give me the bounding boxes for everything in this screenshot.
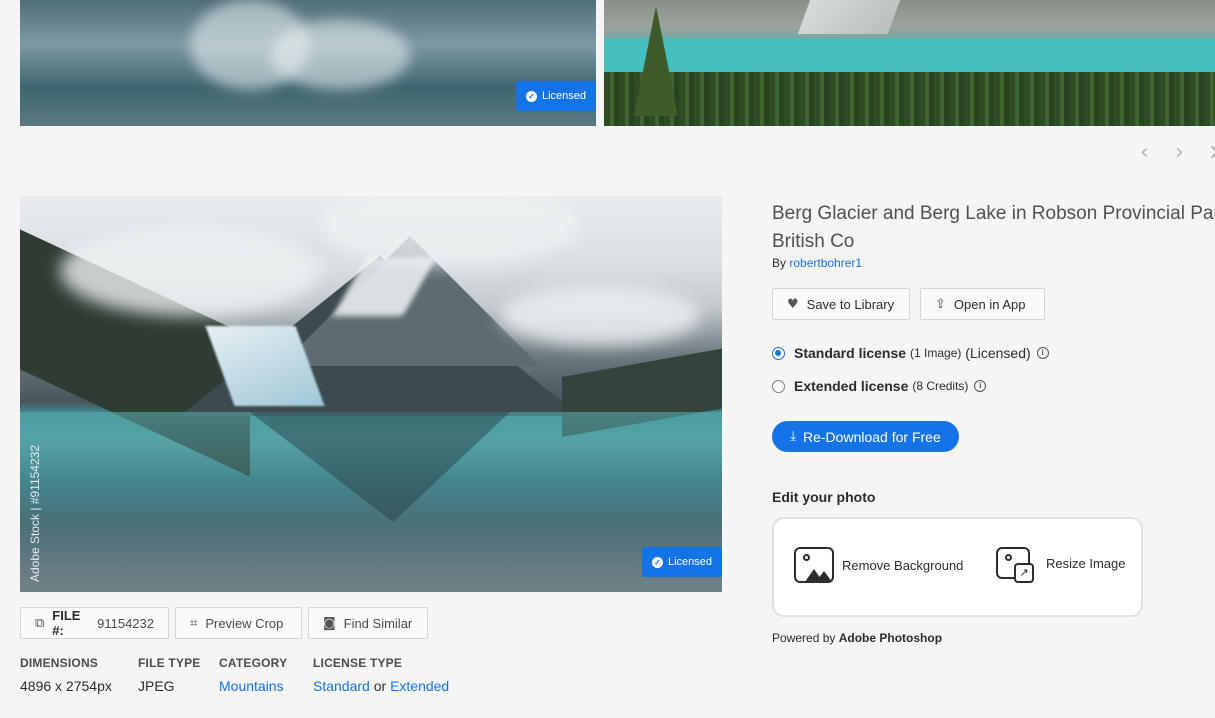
side-watermark: Adobe Stock | #91154232 (28, 444, 42, 582)
chevron-left-icon[interactable]: ‹ (1140, 140, 1149, 165)
edit-photo-card: Remove Background ↗ Resize Image (772, 517, 1143, 617)
standard-license-link[interactable]: Standard (313, 678, 370, 694)
main-photo[interactable]: Adobe Stock | #91154232 ✓ Licensed (20, 196, 722, 592)
standard-license-radio[interactable] (772, 346, 785, 360)
meta-dimensions: DIMENSIONS 4896 x 2754px (20, 656, 112, 694)
powered-by: Powered by Adobe Photoshop (772, 631, 943, 645)
cloud (500, 286, 700, 346)
thumbnail-right[interactable] (604, 0, 1215, 126)
info-icon[interactable]: i (1036, 347, 1049, 359)
extended-license-link[interactable]: Extended (390, 678, 449, 694)
author-link[interactable]: robertbohrer1 (789, 256, 862, 270)
licensed-badge: ✓ Licensed (641, 547, 722, 577)
expand-icon: ↗ (1014, 563, 1034, 583)
cloud-reflection (270, 20, 410, 90)
cloud (60, 226, 320, 316)
share-icon: ⇪ (935, 296, 946, 312)
forest (604, 72, 1215, 126)
chevron-right-icon[interactable]: › (1175, 140, 1184, 165)
extended-license-radio[interactable] (772, 379, 785, 393)
thumbnail-left[interactable]: ✓ Licensed (20, 0, 596, 126)
copy-icon: ⧉ (35, 615, 45, 631)
meta-license: LICENSE TYPE Standard or Extended (313, 656, 450, 694)
preview-crop-button[interactable]: ⌗ Preview Crop (175, 607, 302, 639)
photo-actions: ⧉ FILE #: 91154232 ⌗ Preview Crop ◙ Find… (20, 607, 428, 639)
category-link[interactable]: Mountains (219, 678, 284, 694)
crop-icon: ⌗ (190, 615, 198, 631)
resize-image-button[interactable]: ↗ Resize Image (996, 547, 1125, 583)
edit-heading: Edit your photo (772, 489, 876, 505)
lake (604, 38, 1215, 72)
close-icon[interactable]: × (1208, 140, 1215, 165)
remove-background-button[interactable]: Remove Background (794, 547, 963, 583)
file-number-button[interactable]: ⧉ FILE #: 91154232 (20, 607, 169, 639)
camera-icon: ◙ (323, 615, 336, 631)
heart-icon: ♥ (787, 296, 799, 312)
glacier-snow (797, 0, 901, 34)
standard-license-option[interactable]: Standard license (1 Image) (Licensed) i (772, 345, 1049, 361)
extended-license-option[interactable]: Extended license (8 Credits) i (772, 378, 987, 394)
meta-filetype: FILE TYPE JPEG (138, 656, 201, 694)
check-icon: ✓ (525, 90, 537, 102)
redownload-button[interactable]: ⤓ Re-Download for Free (772, 421, 959, 452)
check-icon: ✓ (651, 556, 663, 568)
meta-category: CATEGORY Mountains (219, 656, 288, 694)
tree (634, 6, 678, 116)
page-title: Berg Glacier and Berg Lake in Robson Pro… (772, 203, 1215, 252)
info-icon[interactable]: i (974, 380, 987, 392)
find-similar-button[interactable]: ◙ Find Similar (308, 607, 428, 639)
licensed-badge: ✓ Licensed (515, 81, 596, 111)
image-icon (794, 547, 834, 583)
resize-icon: ↗ (996, 547, 1034, 583)
download-icon: ⤓ (790, 429, 796, 444)
open-in-app-button[interactable]: ⇪ Open in App (920, 288, 1045, 320)
save-to-library-button[interactable]: ♥ Save to Library (772, 288, 910, 320)
byline: By robertbohrer1 (772, 256, 863, 270)
